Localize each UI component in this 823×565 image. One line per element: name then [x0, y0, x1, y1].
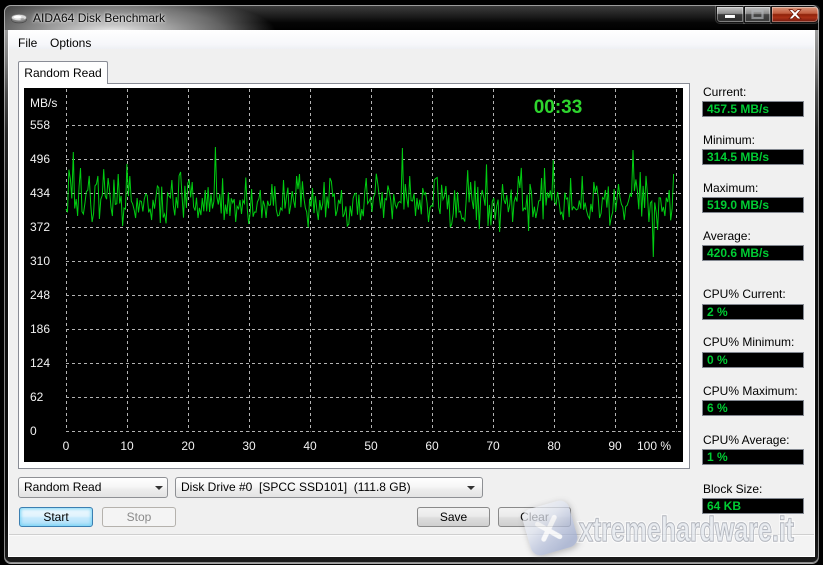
svg-text:496: 496	[30, 152, 50, 166]
svg-text:100 %: 100 %	[637, 439, 671, 453]
svg-text:90: 90	[608, 439, 622, 453]
svg-text:00:33: 00:33	[534, 97, 583, 118]
svg-text:30: 30	[242, 439, 256, 453]
svg-text:50: 50	[364, 439, 378, 453]
svg-text:372: 372	[30, 220, 50, 234]
svg-text:xtremehardware.it: xtremehardware.it	[579, 511, 794, 549]
svg-text:62: 62	[30, 390, 44, 404]
svg-text:186: 186	[30, 322, 50, 336]
svg-text:248: 248	[30, 288, 50, 302]
svg-text:434: 434	[30, 186, 50, 200]
svg-text:20: 20	[181, 439, 195, 453]
svg-text:558: 558	[30, 118, 50, 132]
svg-text:40: 40	[303, 439, 317, 453]
svg-text:310: 310	[30, 254, 50, 268]
svg-text:0: 0	[63, 439, 70, 453]
svg-text:70: 70	[486, 439, 500, 453]
svg-text:80: 80	[547, 439, 561, 453]
svg-text:10: 10	[120, 439, 134, 453]
svg-text:124: 124	[30, 356, 50, 370]
svg-text:0: 0	[30, 424, 37, 438]
svg-text:60: 60	[425, 439, 439, 453]
svg-text:MB/s: MB/s	[30, 96, 57, 110]
